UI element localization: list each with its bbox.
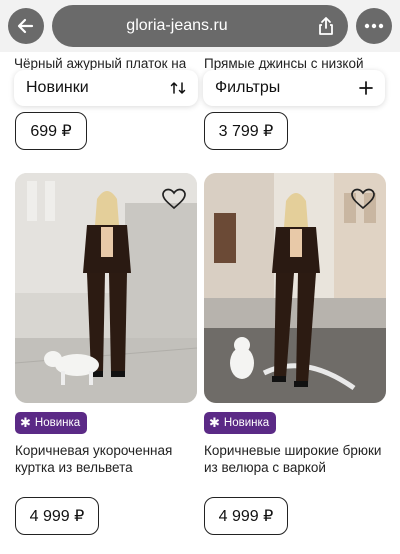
filters-button[interactable]: Фильтры <box>203 70 385 106</box>
product-title[interactable]: Коричневые широкие брюки из велюра с вар… <box>204 442 386 476</box>
share-icon[interactable] <box>316 16 336 36</box>
heart-icon[interactable] <box>350 187 376 211</box>
product-title-line: Коричневые широкие брюки <box>204 443 382 458</box>
filters-label: Фильтры <box>215 79 281 96</box>
product-title[interactable]: Коричневая укороченная куртка из вельвет… <box>15 442 197 476</box>
new-badge: ✱ Новинка <box>15 412 88 434</box>
asterisk-icon: ✱ <box>20 415 31 430</box>
price-button[interactable]: 3 799 ₽ <box>204 112 288 150</box>
sort-arrows-icon <box>170 82 186 94</box>
browser-toolbar: gloria-jeans.ru <box>0 0 400 52</box>
product-title-line: Коричневая укороченная <box>15 443 173 458</box>
new-badge: ✱ Новинка <box>204 412 277 434</box>
heart-icon[interactable] <box>161 187 187 211</box>
sort-label: Новинки <box>26 79 89 96</box>
product-title-line: из велюра с варкой <box>204 460 326 475</box>
more-button[interactable] <box>356 8 392 44</box>
sort-button[interactable]: Новинки <box>14 70 198 106</box>
address-bar[interactable]: gloria-jeans.ru <box>52 5 348 47</box>
price-button[interactable]: 4 999 ₽ <box>15 497 99 535</box>
product-image[interactable] <box>15 173 197 403</box>
product-image[interactable] <box>204 173 386 403</box>
back-button[interactable] <box>8 8 44 44</box>
price-button[interactable]: 699 ₽ <box>15 112 87 150</box>
plus-icon <box>359 81 373 95</box>
badge-label: Новинка <box>34 417 81 429</box>
ellipsis-icon <box>364 23 384 29</box>
arrow-left-icon <box>17 18 34 34</box>
product-title-line: куртка из вельвета <box>15 460 133 475</box>
url-text: gloria-jeans.ru <box>126 17 228 34</box>
badge-label: Новинка <box>223 417 270 429</box>
asterisk-icon: ✱ <box>209 415 220 430</box>
price-button[interactable]: 4 999 ₽ <box>204 497 288 535</box>
sort-filter-bar: Новинки Фильтры <box>0 66 400 110</box>
